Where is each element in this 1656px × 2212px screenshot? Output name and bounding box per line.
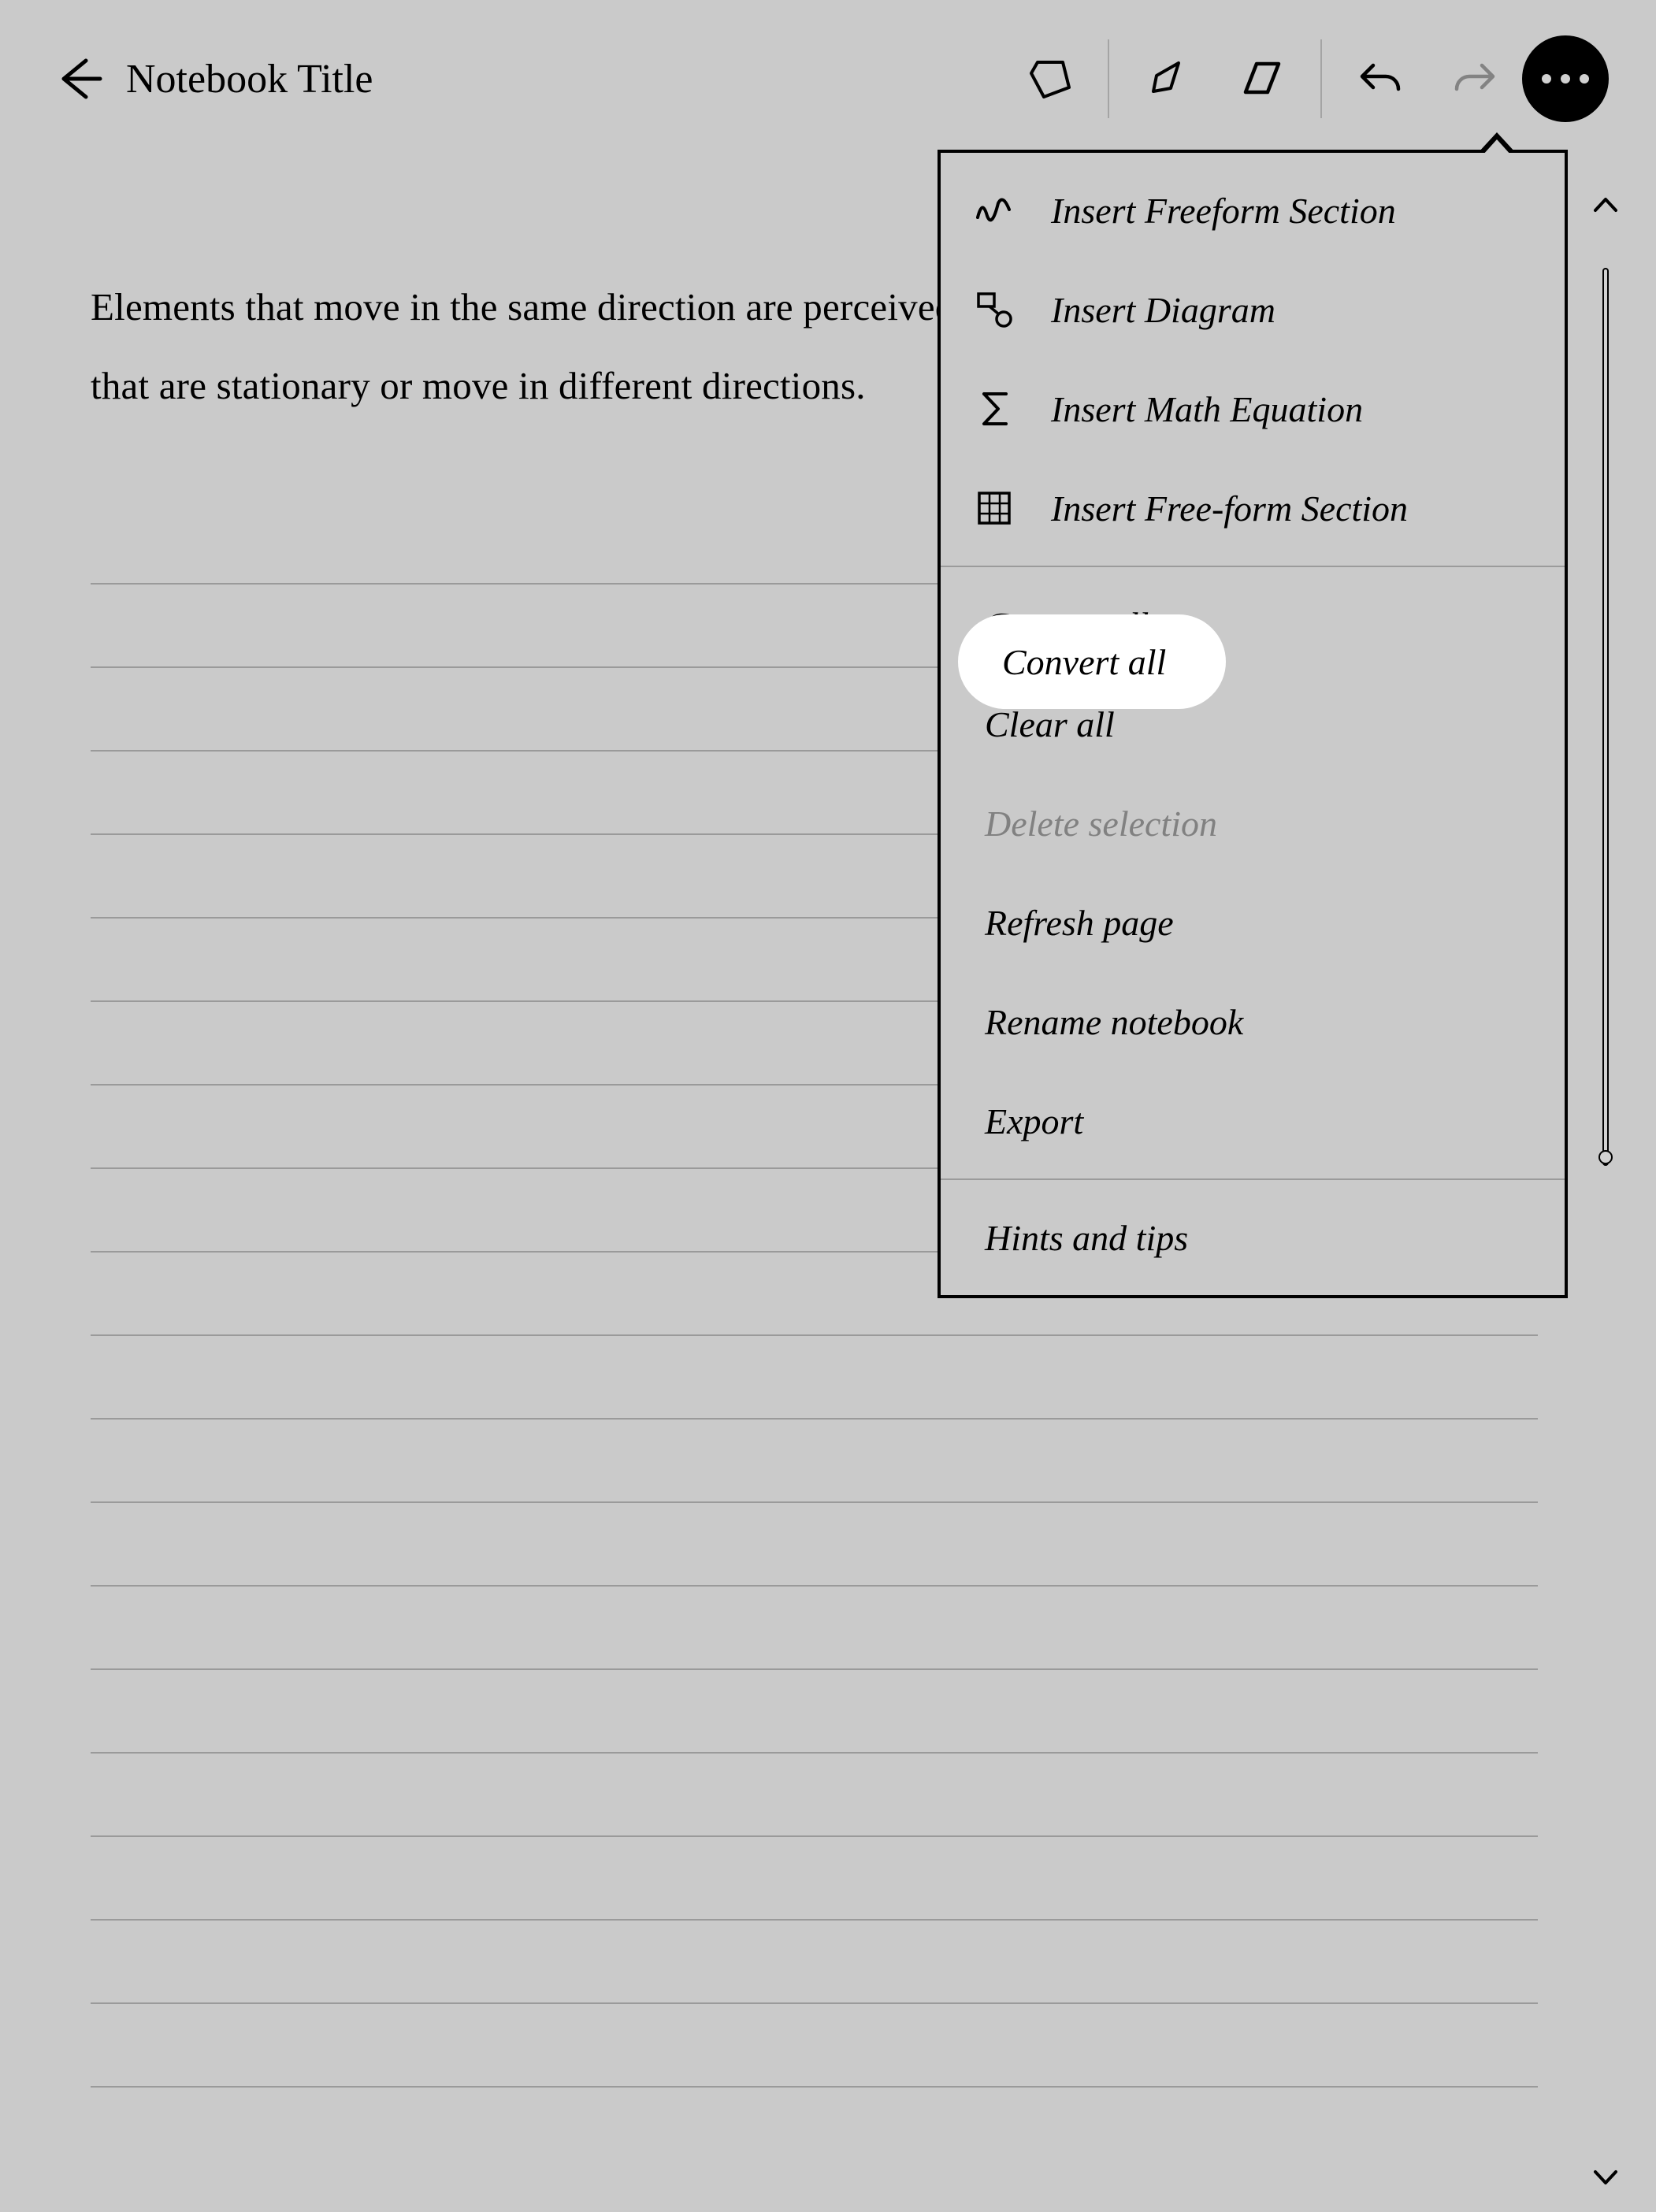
notebook-title: Notebook Title bbox=[126, 56, 373, 102]
shape-tool-button[interactable] bbox=[1002, 32, 1097, 126]
undo-icon bbox=[1357, 56, 1403, 102]
highlight-label: Convert all bbox=[1002, 641, 1166, 683]
dot-icon bbox=[1580, 74, 1589, 84]
menu-item-label: Insert Math Equation bbox=[1051, 388, 1363, 430]
menu-item-label: Insert Free-form Section bbox=[1051, 488, 1408, 529]
menu-item-label: Refresh page bbox=[985, 902, 1174, 944]
dot-icon bbox=[1561, 74, 1570, 84]
more-menu-button[interactable] bbox=[1522, 35, 1609, 122]
menu-item-hints[interactable]: Hints and tips bbox=[941, 1188, 1565, 1287]
pen-icon bbox=[1145, 57, 1190, 101]
chevron-up-icon bbox=[1592, 196, 1619, 213]
toolbar-separator bbox=[1320, 39, 1322, 118]
menu-item-label: Delete selection bbox=[985, 803, 1217, 844]
menu-item-label: Clear all bbox=[985, 703, 1115, 745]
diagram-icon bbox=[972, 288, 1016, 332]
menu-item-rename-notebook[interactable]: Rename notebook bbox=[941, 972, 1565, 1071]
eraser-tool-button[interactable] bbox=[1215, 32, 1309, 126]
menu-item-label: Insert Freeform Section bbox=[1051, 190, 1396, 232]
more-menu-dropdown: Insert Freeform Section Insert Diagram I… bbox=[938, 150, 1568, 1298]
menu-item-label: Insert Diagram bbox=[1051, 289, 1275, 331]
scroll-down-button[interactable] bbox=[1588, 2160, 1623, 2195]
pen-tool-button[interactable] bbox=[1120, 32, 1215, 126]
menu-item-label: Rename notebook bbox=[985, 1001, 1243, 1043]
undo-button[interactable] bbox=[1333, 32, 1428, 126]
dot-icon bbox=[1542, 74, 1551, 84]
arrow-left-icon bbox=[54, 54, 103, 103]
eraser-icon bbox=[1239, 56, 1285, 102]
chevron-down-icon bbox=[1592, 2169, 1619, 2186]
menu-item-delete-selection: Delete selection bbox=[941, 774, 1565, 873]
menu-item-insert-diagram[interactable]: Insert Diagram bbox=[941, 260, 1565, 359]
menu-item-insert-math[interactable]: Insert Math Equation bbox=[941, 359, 1565, 458]
menu-item-insert-freeform-grid[interactable]: Insert Free-form Section bbox=[941, 458, 1565, 558]
scrollbar-thumb[interactable] bbox=[1602, 268, 1609, 1166]
shape-icon bbox=[1027, 56, 1072, 102]
scrollbar-track[interactable] bbox=[1602, 268, 1609, 2125]
redo-button[interactable] bbox=[1428, 32, 1522, 126]
highlight-convert-all[interactable]: Convert all bbox=[958, 614, 1226, 709]
menu-item-export[interactable]: Export bbox=[941, 1071, 1565, 1171]
menu-item-refresh-page[interactable]: Refresh page bbox=[941, 873, 1565, 972]
redo-icon bbox=[1452, 56, 1498, 102]
menu-item-insert-freeform[interactable]: Insert Freeform Section bbox=[941, 161, 1565, 260]
toolbar-separator bbox=[1108, 39, 1109, 118]
scrollbar-knob[interactable] bbox=[1598, 1150, 1613, 1164]
menu-item-label: Export bbox=[985, 1100, 1083, 1142]
sigma-icon bbox=[972, 387, 1016, 431]
scroll-up-button[interactable] bbox=[1588, 187, 1623, 222]
grid-icon bbox=[972, 486, 1016, 530]
back-button[interactable] bbox=[47, 47, 110, 110]
toolbar: Notebook Title bbox=[0, 0, 1656, 158]
scribble-icon bbox=[972, 188, 1016, 232]
menu-item-label: Hints and tips bbox=[985, 1217, 1188, 1259]
